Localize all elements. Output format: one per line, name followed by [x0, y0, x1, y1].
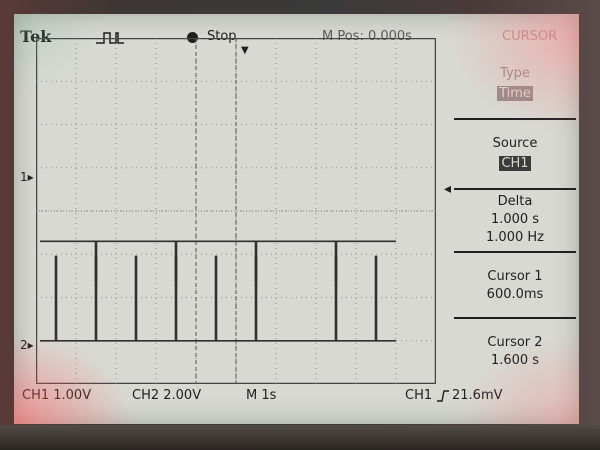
oscilloscope-screen: Tek Stop M Pos: 0.000s CURSOR ▼ 1▸ 2▸ ◂ … — [14, 14, 579, 424]
menu-delta-label: Delta — [497, 194, 533, 209]
ch1-ground-marker: 1▸ — [20, 170, 34, 184]
rising-edge-icon — [437, 390, 449, 402]
trigger-level-readout: 21.6mV — [452, 388, 503, 403]
menu-delta-freq: 1.000 Hz — [486, 230, 544, 245]
menu-cursor2-label: Cursor 2 — [487, 335, 543, 350]
trigger-level-icon: ◂ — [444, 181, 452, 197]
ch2-waveform — [40, 255, 396, 342]
menu-cursor2-value: 1.600 s — [490, 353, 540, 368]
menu-cursor1-label: Cursor 1 — [487, 269, 543, 284]
menu-type-label: Type — [500, 66, 530, 81]
timebase-readout: M 1s — [246, 388, 277, 403]
menu-cursor-1[interactable]: Cursor 1 600.0ms — [454, 251, 576, 319]
ch2-ground-marker: 2▸ — [20, 338, 34, 352]
menu-source-value: CH1 — [499, 156, 531, 171]
menu-delta: Delta 1.000 s 1.000 Hz — [454, 188, 576, 252]
ch1-scale-readout: CH1 1.00V — [22, 388, 92, 403]
waveform-graticule — [36, 38, 436, 384]
menu-source[interactable]: Source CH1 — [454, 118, 576, 190]
bezel-bottom — [0, 425, 600, 450]
menu-source-label: Source — [492, 136, 538, 151]
trigger-source-readout: CH1 — [405, 388, 433, 403]
menu-type-value: Time — [497, 86, 533, 101]
menu-type[interactable]: Type Time — [454, 38, 576, 118]
ch1-waveform — [40, 240, 396, 281]
ch2-scale-readout: CH2 2.00V — [132, 388, 202, 403]
menu-cursor-2[interactable]: Cursor 2 1.600 s — [454, 317, 576, 385]
menu-delta-time: 1.000 s — [490, 212, 540, 227]
menu-cursor1-value: 600.0ms — [486, 287, 544, 302]
